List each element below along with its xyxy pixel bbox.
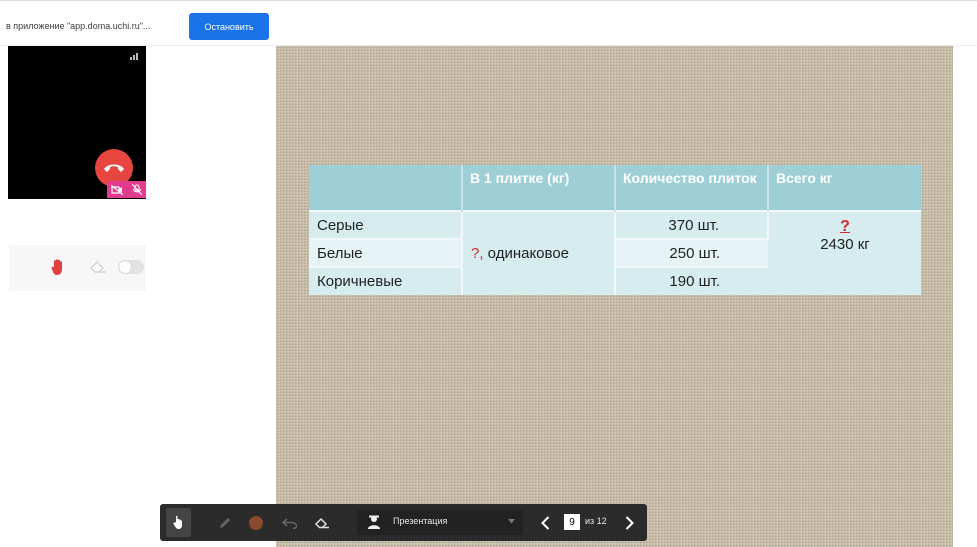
table-header-row: В 1 плитке (кг) Количество плиток Всего … (309, 165, 921, 211)
screen-share-bar: в приложение "app.doma.uchi.ru"... Остан… (0, 0, 977, 46)
share-notice-text: в приложение "app.doma.uchi.ru"... (6, 21, 151, 31)
color-picker-button[interactable] (246, 504, 266, 541)
row-count-cell: 190 шт. (615, 266, 768, 295)
eraser-icon[interactable] (89, 259, 107, 273)
undo-icon (282, 517, 298, 529)
pointer-tool-button[interactable] (166, 508, 191, 537)
total-cell: ? 2430 кг (768, 210, 921, 295)
chevron-right-icon (625, 515, 634, 530)
eraser-tool-button[interactable] (312, 504, 332, 541)
mic-off-button[interactable] (127, 181, 146, 198)
pen-icon (220, 517, 230, 528)
table-row: Серые ?, одинаковое 370 шт. ? 2430 кг (309, 210, 921, 295)
row-name-cell: Коричневые (309, 266, 463, 295)
signal-icon (130, 53, 138, 60)
page-number-input[interactable] (564, 514, 580, 530)
table-header-cell (309, 165, 463, 211)
page-total-label: из 12 (585, 516, 607, 526)
mode-select-label: Презентация (393, 516, 448, 526)
presentation-slide: В 1 плитке (кг) Количество плиток Всего … (276, 46, 953, 547)
eraser-icon (314, 517, 329, 529)
mic-off-icon (131, 184, 142, 195)
screen: в приложение "app.doma.uchi.ru"... Остан… (0, 0, 977, 547)
undo-button[interactable] (280, 504, 300, 541)
hangup-icon (104, 164, 124, 172)
presenter-icon (368, 515, 380, 529)
per-tile-cell: ?, одинаковое (462, 210, 616, 295)
row-name-cell: Серые (309, 210, 463, 239)
total-question-mark: ? (840, 218, 850, 235)
prev-slide-button[interactable] (535, 504, 555, 541)
hand-pointer-icon (173, 515, 182, 529)
video-call-tile (8, 46, 146, 199)
chevron-down-icon (508, 519, 515, 524)
slide-table: В 1 плитке (кг) Количество плиток Всего … (309, 165, 921, 295)
row-count-cell: 370 шт. (615, 210, 769, 239)
table-header-cell: Всего кг (768, 165, 921, 211)
student-controls-panel (9, 245, 146, 291)
color-swatch (249, 515, 263, 530)
toggle-knob (119, 261, 131, 273)
presentation-toolbar: Презентация из 12 (160, 504, 647, 541)
camera-off-button[interactable] (107, 181, 127, 198)
pen-tool-button[interactable] (215, 504, 235, 541)
total-value: 2430 кг (820, 236, 870, 253)
stop-sharing-button[interactable]: Остановить (189, 13, 269, 40)
toggle-switch[interactable] (118, 260, 144, 274)
table-header-cell: Количество плиток (615, 165, 769, 211)
row-count-cell: 250 шт. (615, 238, 768, 267)
raise-hand-icon[interactable] (51, 258, 65, 276)
next-slide-button[interactable] (619, 504, 639, 541)
chevron-left-icon (540, 515, 549, 530)
camera-off-icon (111, 184, 123, 195)
per-tile-text: одинаковое (483, 245, 570, 262)
question-mark: ?, (471, 245, 484, 262)
row-name-cell: Белые (309, 238, 463, 267)
mode-select[interactable]: Презентация (357, 510, 523, 535)
table-header-cell: В 1 плитке (кг) (462, 165, 616, 211)
